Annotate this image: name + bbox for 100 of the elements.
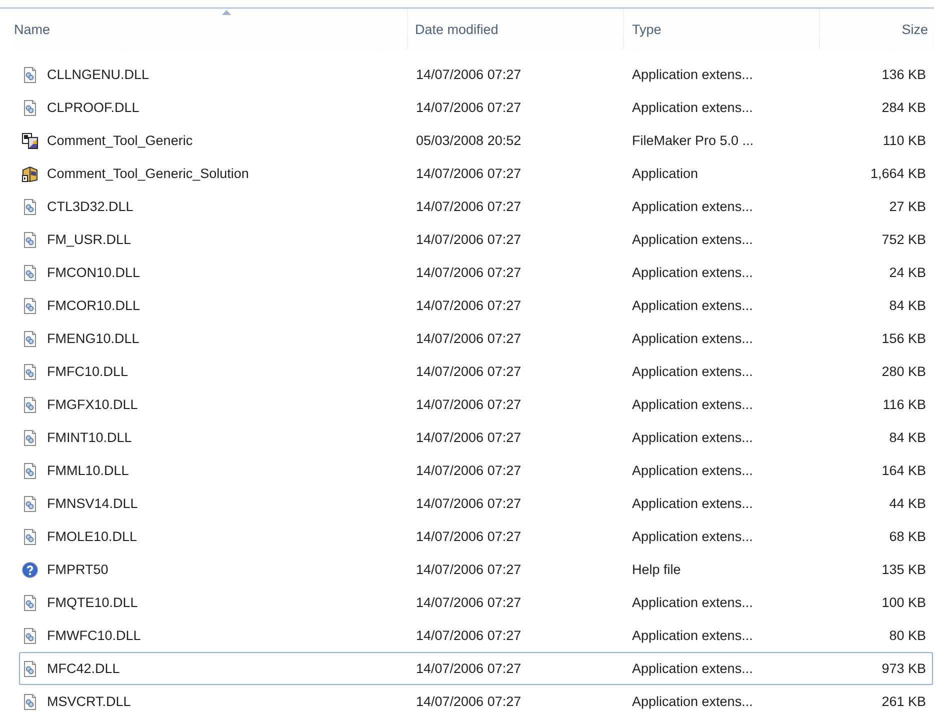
- file-row[interactable]: FMGFX10.DLL 14/07/2006 07:27 Application extens... 116 KB: [19, 388, 933, 421]
- file-type: FileMaker Pro 5.0 ...: [632, 133, 754, 148]
- file-size: 261 KB: [882, 694, 926, 709]
- file-row[interactable]: FMNSV14.DLL 14/07/2006 07:27 Application extens... 44 KB: [19, 487, 933, 520]
- file-type: Application extens...: [632, 529, 753, 544]
- gear-file-icon: [22, 660, 38, 676]
- file-size: 84 KB: [889, 430, 926, 445]
- column-header[interactable]: Name: [12, 9, 408, 49]
- date-modified: 14/07/2006 07:27: [416, 331, 522, 346]
- file-type: Application extens...: [632, 67, 753, 82]
- file-name: FM_USR.DLL: [47, 232, 132, 247]
- date-modified: 14/07/2006 07:27: [416, 67, 522, 82]
- file-name: FMML10.DLL: [47, 463, 129, 478]
- file-row[interactable]: FMPRT50 14/07/2006 07:27 Help file 135 KB: [19, 553, 933, 586]
- gear-file-icon: [22, 264, 38, 280]
- gear-file-icon: [22, 364, 38, 380]
- file-name: FMGFX10.DLL: [47, 397, 138, 412]
- file-name: Comment_Tool_Generic_Solution: [47, 166, 249, 181]
- file-row[interactable]: FMCOR10.DLL 14/07/2006 07:27 Application extens... 84 KB: [19, 289, 933, 322]
- date-modified: 14/07/2006 07:27: [416, 430, 522, 445]
- file-name: FMENG10.DLL: [47, 331, 140, 346]
- file-row[interactable]: CTL3D32.DLL 14/07/2006 07:27 Application extens... 27 KB: [19, 190, 933, 223]
- file-name: FMOLE10.DLL: [47, 529, 138, 544]
- file-row[interactable]: FMINT10.DLL 14/07/2006 07:27 Application extens... 84 KB: [19, 421, 933, 454]
- file-type: Application extens...: [632, 265, 753, 280]
- file-type: Help file: [632, 562, 681, 577]
- file-size: 100 KB: [882, 595, 926, 610]
- file-type: Application extens...: [632, 397, 753, 412]
- file-name: CLPROOF.DLL: [47, 100, 140, 115]
- file-name: MSVCRT.DLL: [47, 694, 131, 709]
- file-row[interactable]: FMENG10.DLL 14/07/2006 07:27 Application extens... 156 KB: [19, 322, 933, 355]
- file-size: 164 KB: [882, 463, 926, 478]
- file-type: Application extens...: [632, 199, 753, 214]
- file-size: 1,664 KB: [870, 166, 926, 181]
- file-row[interactable]: FMCON10.DLL 14/07/2006 07:27 Application extens... 24 KB: [19, 256, 933, 289]
- gear-file-icon: [22, 462, 38, 478]
- help-icon: [22, 562, 38, 578]
- gear-file-icon: [22, 594, 38, 610]
- file-type: Application extens...: [632, 430, 753, 445]
- date-modified: 14/07/2006 07:27: [416, 100, 522, 115]
- column-header[interactable]: Date modified: [408, 9, 624, 49]
- file-name: FMWFC10.DLL: [47, 628, 141, 643]
- file-size: 136 KB: [882, 67, 926, 82]
- file-name: FMQTE10.DLL: [47, 595, 138, 610]
- date-modified: 14/07/2006 07:27: [416, 166, 522, 181]
- date-modified: 14/07/2006 07:27: [416, 463, 522, 478]
- file-row[interactable]: FMFC10.DLL 14/07/2006 07:27 Application extens... 280 KB: [19, 355, 933, 388]
- file-name: Comment_Tool_Generic: [47, 133, 193, 148]
- file-row[interactable]: FMML10.DLL 14/07/2006 07:27 Application extens... 164 KB: [19, 454, 933, 487]
- column-header[interactable]: Size: [820, 9, 934, 49]
- file-row[interactable]: MFC42.DLL 14/07/2006 07:27 Application extens... 973 KB: [19, 652, 933, 685]
- date-modified: 14/07/2006 07:27: [416, 496, 522, 511]
- gear-file-icon: [22, 430, 38, 446]
- file-type: Application extens...: [632, 628, 753, 643]
- date-modified: 14/07/2006 07:27: [416, 562, 522, 577]
- date-modified: 14/07/2006 07:27: [416, 397, 522, 412]
- file-type: Application extens...: [632, 298, 753, 313]
- date-modified: 05/03/2008 20:52: [416, 133, 522, 148]
- file-type: Application extens...: [632, 595, 753, 610]
- gear-file-icon: [22, 100, 38, 116]
- gear-file-icon: [22, 528, 38, 544]
- file-type: Application extens...: [632, 364, 753, 379]
- date-modified: 14/07/2006 07:27: [416, 232, 522, 247]
- file-size: 116 KB: [882, 397, 926, 412]
- file-row[interactable]: FM_USR.DLL 14/07/2006 07:27 Application extens... 752 KB: [19, 223, 933, 256]
- file-size: 84 KB: [889, 298, 926, 313]
- file-size: 752 KB: [882, 232, 926, 247]
- file-row[interactable]: FMQTE10.DLL 14/07/2006 07:27 Application extens... 100 KB: [19, 586, 933, 619]
- date-modified: 14/07/2006 07:27: [416, 661, 522, 676]
- file-row[interactable]: CLLNGENU.DLL 14/07/2006 07:27 Application extens... 136 KB: [19, 58, 933, 91]
- file-name: CTL3D32.DLL: [47, 199, 134, 214]
- file-row[interactable]: CLPROOF.DLL 14/07/2006 07:27 Application extens... 284 KB: [19, 91, 933, 124]
- file-type: Application extens...: [632, 496, 753, 511]
- file-name: FMCOR10.DLL: [47, 298, 140, 313]
- file-size: 280 KB: [882, 364, 926, 379]
- file-row[interactable]: Comment_Tool_Generic_Solution 14/07/2006 07:27 Application 1,664 KB: [19, 157, 933, 190]
- column-header[interactable]: Type: [624, 9, 820, 49]
- date-modified: 14/07/2006 07:27: [416, 265, 522, 280]
- file-type: Application extens...: [632, 694, 753, 709]
- date-modified: 14/07/2006 07:27: [416, 298, 522, 313]
- file-size: 68 KB: [889, 529, 926, 544]
- gear-file-icon: [22, 396, 38, 412]
- file-row[interactable]: FMWFC10.DLL 14/07/2006 07:27 Application extens... 80 KB: [19, 619, 933, 652]
- file-type: Application extens...: [632, 661, 753, 676]
- file-name: MFC42.DLL: [47, 661, 120, 676]
- gear-file-icon: [22, 496, 38, 512]
- file-type: Application: [632, 166, 698, 181]
- date-modified: 14/07/2006 07:27: [416, 199, 522, 214]
- file-row[interactable]: MSVCRT.DLL 14/07/2006 07:27 Application extens... 261 KB: [19, 685, 933, 718]
- date-modified: 14/07/2006 07:27: [416, 364, 522, 379]
- gear-file-icon: [22, 330, 38, 346]
- file-size: 44 KB: [889, 496, 926, 511]
- file-name: FMFC10.DLL: [47, 364, 128, 379]
- gear-file-icon: [22, 232, 38, 248]
- file-row[interactable]: Comment_Tool_Generic 05/03/2008 20:52 FileMaker Pro 5.0 ... 110 KB: [19, 124, 933, 157]
- file-type: Application extens...: [632, 100, 753, 115]
- package-icon: [22, 166, 38, 182]
- date-modified: 14/07/2006 07:27: [416, 595, 522, 610]
- file-row[interactable]: FMOLE10.DLL 14/07/2006 07:27 Application extens... 68 KB: [19, 520, 933, 553]
- file-size: 156 KB: [882, 331, 926, 346]
